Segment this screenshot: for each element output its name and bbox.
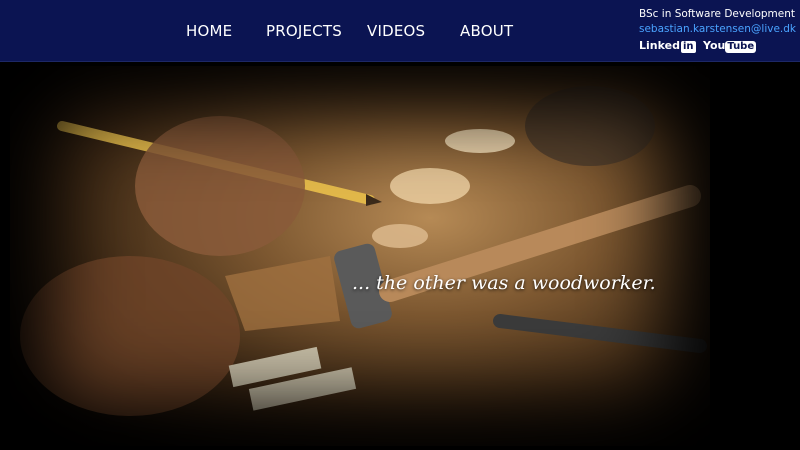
nav-home[interactable]: HOME [186,20,232,42]
hero-tagline: ... the other was a woodworker. [352,272,656,294]
hero-woodworking-image [10,66,710,446]
nav-projects[interactable]: PROJECTS [266,20,342,42]
site-header: HOME PROJECTS VIDEOS ABOUT BSc in Softwa… [0,0,800,62]
degree-text: BSc in Software Development [639,8,796,20]
email-link[interactable]: sebastian.karstensen@live.dk [639,21,799,37]
nav-about[interactable]: ABOUT [460,20,513,42]
woodworking-illustration [20,86,707,416]
contact-info: BSc in Software Development sebastian.ka… [639,7,799,53]
pencil-shape [57,121,375,205]
hand-shape [135,116,305,256]
linkedin-badge: in [680,41,696,53]
linkedin-label: Linked [639,39,680,52]
hand-shape-2 [20,256,240,416]
youtube-icon[interactable]: You Tube [703,39,757,53]
youtube-badge: Tube [725,41,757,53]
nav-videos[interactable]: VIDEOS [367,20,425,42]
social-links: Linked in You Tube [639,39,799,53]
linkedin-icon[interactable]: Linked in [639,39,696,53]
youtube-prefix: You [703,39,726,52]
hero-section: ... the other was a woodworker. [0,62,800,450]
